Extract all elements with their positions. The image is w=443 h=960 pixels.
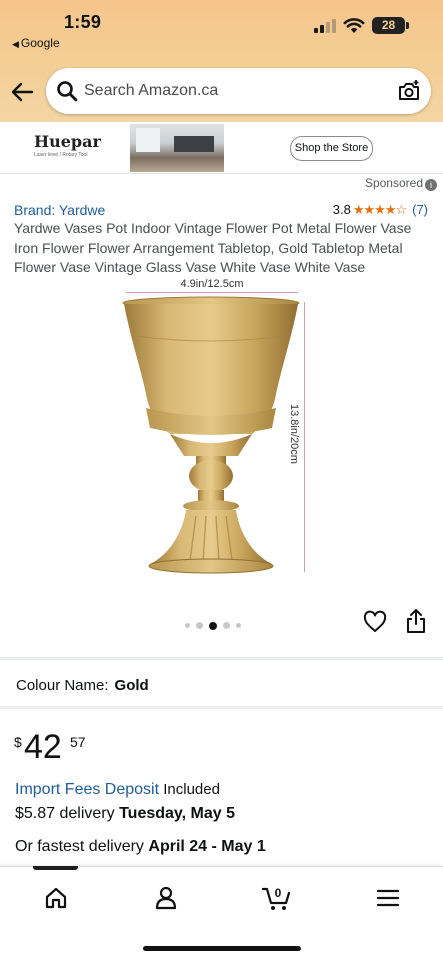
menu-icon[interactable] xyxy=(374,884,402,912)
import-fees-link[interactable]: Import Fees Deposit xyxy=(15,781,159,798)
status-time: 1:59 xyxy=(64,12,102,32)
delivery-price: $5.87 delivery xyxy=(15,805,115,822)
header: 1:59 ◀ Google 28 Search Amazon.ca xyxy=(0,0,443,122)
back-triangle-icon: ◀ xyxy=(12,39,19,49)
cart-count: 0 xyxy=(275,886,282,900)
fastest-delivery-info: Or fastest delivery April 24 - May 1 xyxy=(15,838,266,856)
product-title: Yardwe Vases Pot Indoor Vintage Flower P… xyxy=(14,220,412,275)
price-currency: $ xyxy=(14,734,22,750)
brand-logo: Huepar Laser level / Rotary Tool xyxy=(34,132,101,158)
carousel-dot-active[interactable] xyxy=(209,621,217,630)
review-count-link[interactable]: (7) xyxy=(412,202,428,217)
sponsored-label[interactable]: Sponsored i xyxy=(365,176,437,191)
wifi-icon xyxy=(343,18,365,33)
section-divider xyxy=(0,706,443,709)
cellular-signal-icon xyxy=(314,19,336,33)
sponsored-banner[interactable]: Huepar Laser level / Rotary Tool Shop the… xyxy=(0,122,443,174)
delivery-date: Tuesday, May 5 xyxy=(119,805,235,822)
share-icon[interactable] xyxy=(405,608,427,634)
colour-label: Colour Name: xyxy=(16,677,109,694)
brand-link[interactable]: Brand: Yardwe xyxy=(14,202,105,218)
carousel-dot[interactable] xyxy=(223,622,230,630)
active-tab-indicator xyxy=(33,866,78,870)
cart-icon[interactable]: 0 xyxy=(262,884,294,912)
colour-value: Gold xyxy=(114,677,149,694)
back-arrow-icon[interactable] xyxy=(10,80,36,104)
price-fraction: 57 xyxy=(70,734,86,750)
carousel-dot[interactable] xyxy=(185,623,190,629)
home-icon[interactable] xyxy=(42,884,70,912)
price-whole: 42 xyxy=(24,728,62,766)
colour-name-row: Colour Name: Gold xyxy=(16,677,149,694)
search-bar[interactable]: Search Amazon.ca xyxy=(46,68,431,114)
image-carousel-dots[interactable] xyxy=(185,617,247,635)
camera-scan-icon[interactable] xyxy=(397,79,421,103)
rating-value: 3.8 xyxy=(332,202,351,217)
delivery-info: $5.87 delivery Tuesday, May 5 xyxy=(15,805,235,823)
back-to-app-link[interactable]: ◀ Google xyxy=(12,36,60,50)
shop-the-store-button[interactable]: Shop the Store xyxy=(290,136,373,161)
carousel-dot[interactable] xyxy=(196,622,203,630)
fastest-prefix: Or fastest delivery xyxy=(15,838,144,855)
section-divider xyxy=(0,657,443,660)
import-fees-status: Included xyxy=(163,781,220,798)
battery-icon: 28 xyxy=(372,17,409,34)
search-input[interactable]: Search Amazon.ca xyxy=(84,82,218,100)
back-app-label: Google xyxy=(20,36,60,50)
banner-image[interactable] xyxy=(130,124,224,172)
info-icon[interactable]: i xyxy=(425,179,437,191)
home-indicator[interactable] xyxy=(143,946,301,951)
import-fees-row: Import Fees Deposit Included xyxy=(15,781,220,799)
fastest-date: April 24 - May 1 xyxy=(148,838,266,855)
rating-summary[interactable]: 3.8 ★★★★☆ (7) xyxy=(333,202,428,218)
search-icon xyxy=(57,81,78,102)
heart-icon[interactable] xyxy=(363,610,387,634)
star-rating-icon: ★★★★☆ xyxy=(352,202,407,217)
account-icon[interactable] xyxy=(152,884,180,912)
carousel-dot[interactable] xyxy=(236,623,241,629)
product-image-vase[interactable] xyxy=(110,276,330,586)
